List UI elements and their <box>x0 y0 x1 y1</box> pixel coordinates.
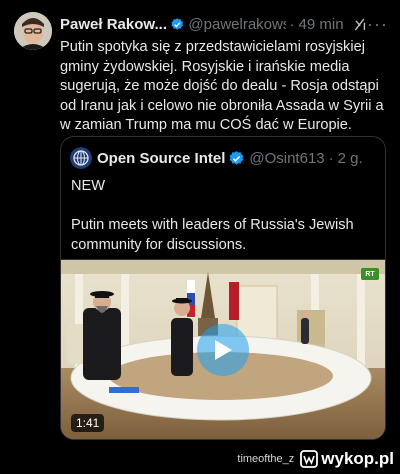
watermark-site: wykop.pl <box>321 449 394 468</box>
tweet-time[interactable]: 49 min <box>299 16 344 33</box>
separator-dot: · <box>328 149 334 167</box>
quoted-tweet[interactable]: Open Source Intel @Osint613 · 2 g. NEW P… <box>60 136 386 440</box>
separator-dot: · <box>289 15 295 33</box>
quoted-author-avatar[interactable] <box>70 147 92 169</box>
quoted-tweet-time[interactable]: 2 g. <box>338 150 363 167</box>
video-player[interactable]: RT 1:41 <box>61 259 385 439</box>
tweet-text: Putin spotyka się z przedstawicielami ro… <box>60 39 384 133</box>
quoted-author-handle[interactable]: @Osint613 <box>249 150 324 167</box>
quoted-tweet-text: NEW Putin meets with leaders of Russia's… <box>71 177 371 255</box>
author-handle[interactable]: @pawelrakows... <box>188 16 285 33</box>
channel-badge: RT <box>361 268 379 280</box>
video-duration: 1:41 <box>71 414 105 432</box>
verified-badge-icon <box>229 150 244 165</box>
quoted-tweet-line-2: Putin meets with leaders of Russia's Jew… <box>71 217 354 253</box>
tweet-header: Paweł Rakow... @pawelrakows... · 49 min … <box>60 14 388 34</box>
verified-badge-icon <box>171 17 184 30</box>
quoted-tweet-line-1: NEW <box>71 178 106 194</box>
wykop-logo-icon <box>300 450 319 468</box>
watermark: timeofthe_z wykop.pl <box>237 449 394 469</box>
author-avatar[interactable] <box>14 12 52 50</box>
author-name[interactable]: Paweł Rakow... <box>60 16 167 33</box>
watermark-user: timeofthe_z <box>237 453 295 465</box>
quoted-tweet-header: Open Source Intel @Osint613 · 2 g. <box>70 147 377 169</box>
grok-icon[interactable] <box>353 16 367 33</box>
play-icon[interactable] <box>197 324 249 376</box>
more-options-button[interactable]: ··· <box>367 14 388 35</box>
tweet[interactable]: Paweł Rakow... @pawelrakows... · 49 min … <box>0 0 400 474</box>
quoted-author-name[interactable]: Open Source Intel <box>97 150 225 167</box>
